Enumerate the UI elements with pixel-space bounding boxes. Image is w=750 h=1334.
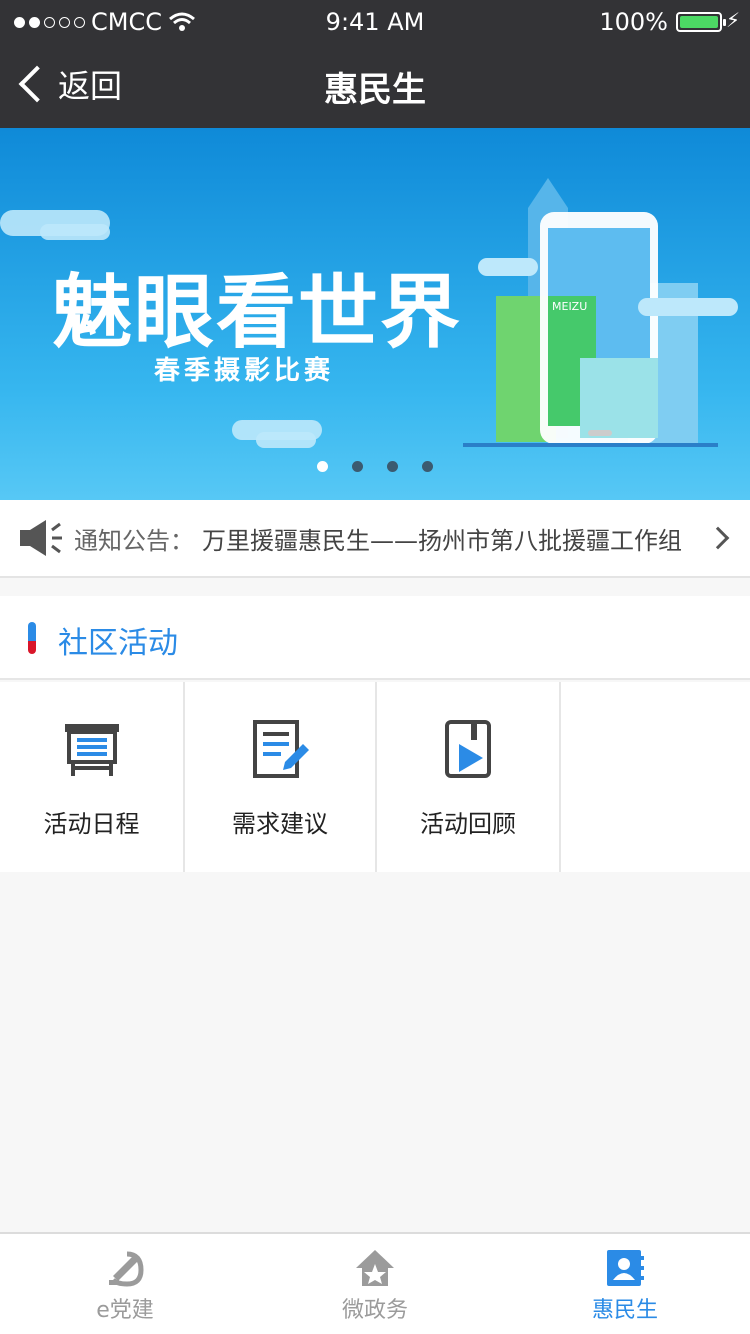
cloud-decoration: [40, 224, 110, 240]
grid-item-label: 活动日程: [43, 810, 140, 838]
contacts-book-icon: [607, 1250, 644, 1286]
battery-icon: [676, 12, 726, 32]
banner-carousel[interactable]: 魅眼看世界 春季摄影比赛 MEIZU: [0, 128, 750, 500]
tab-e-government[interactable]: 微政务: [250, 1234, 500, 1334]
grid-item-label: 活动回顾: [420, 810, 516, 838]
tab-label: 惠民生: [591, 1298, 658, 1323]
tab-label: e党建: [96, 1298, 154, 1323]
notice-bar[interactable]: 通知公告： 万里援疆惠民生——扬州市第八批援疆工作组: [0, 500, 750, 578]
grid-item-empty: [561, 682, 750, 872]
document-edit-icon: [253, 720, 309, 778]
section-header: 社区活动: [0, 596, 750, 680]
cloud-decoration: [256, 432, 316, 448]
pager-dot[interactable]: [352, 461, 363, 472]
party-emblem-icon: [109, 1251, 144, 1287]
grid-item-suggestion[interactable]: 需求建议: [185, 682, 377, 872]
notice-text[interactable]: 万里援疆惠民生——扬州市第八批援疆工作组: [202, 521, 692, 556]
navigation-bar: 返回 惠民生: [0, 40, 750, 128]
charging-icon: ⚡: [725, 8, 740, 32]
pager-dot[interactable]: [422, 461, 433, 472]
pager-dot[interactable]: [387, 461, 398, 472]
city-phone-illustration: MEIZU: [463, 178, 738, 447]
notice-label: 通知公告：: [74, 526, 194, 555]
chevron-right-icon[interactable]: [706, 526, 730, 550]
tab-people-livelihood[interactable]: 惠民生: [500, 1234, 750, 1334]
grid-item-review[interactable]: 活动回顾: [377, 682, 561, 872]
status-bar: CMCC 9:41 AM 100% ⚡: [0, 0, 750, 40]
video-play-icon: [445, 720, 491, 778]
bottom-tab-bar: e党建 微政务 惠民生: [0, 1232, 750, 1334]
banner-headline: 魅眼看世界: [52, 266, 462, 359]
activity-grid: 活动日程 需求建议 活动回顾: [0, 682, 750, 872]
section-title: 社区活动: [58, 626, 178, 661]
section-marker: [28, 622, 36, 654]
tab-label: 微政务: [341, 1298, 408, 1323]
banner-subline: 春季摄影比赛: [154, 356, 335, 386]
battery-percentage: 100%: [599, 8, 668, 36]
page-title: 惠民生: [324, 70, 426, 110]
speaker-icon: [20, 520, 62, 556]
pager-dot[interactable]: [317, 461, 328, 472]
tab-party-building[interactable]: e党建: [0, 1234, 250, 1334]
government-home-icon: [356, 1250, 394, 1286]
svg-text:MEIZU: MEIZU: [552, 300, 587, 313]
carousel-pager[interactable]: [0, 461, 750, 472]
schedule-board-icon: [64, 724, 119, 776]
grid-item-schedule[interactable]: 活动日程: [0, 682, 185, 872]
grid-item-label: 需求建议: [232, 810, 328, 838]
